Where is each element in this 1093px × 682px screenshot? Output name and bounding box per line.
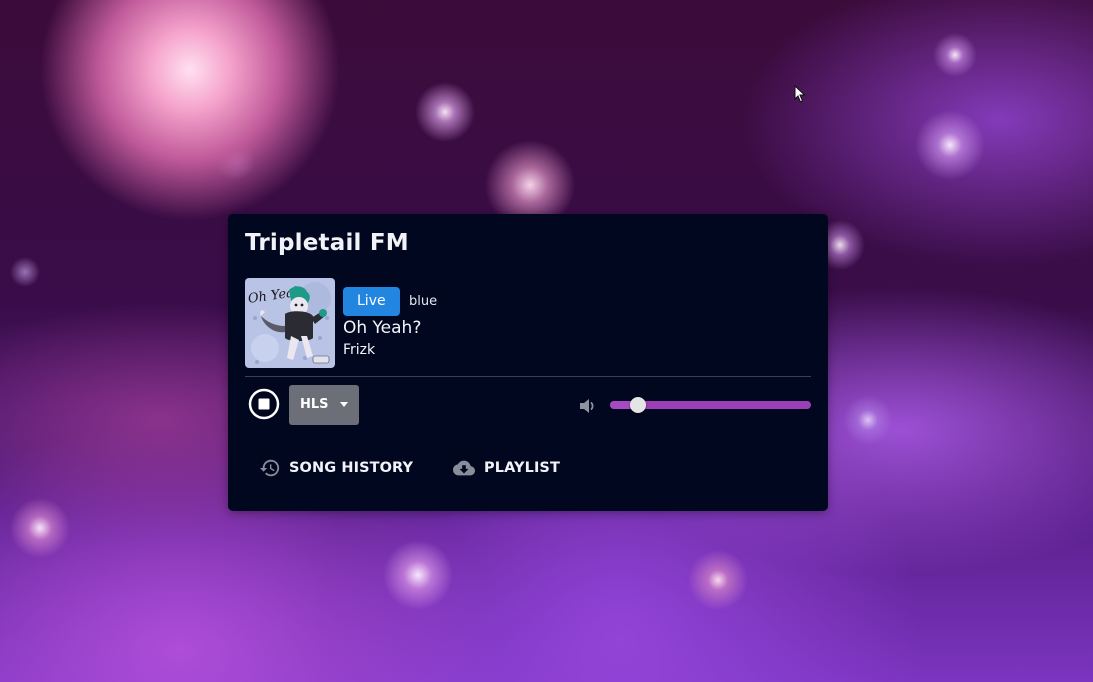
stop-circle-icon [248, 388, 280, 420]
album-art: Oh Yeah [245, 278, 335, 368]
streamer-name: blue [409, 294, 438, 309]
divider [245, 376, 811, 377]
mouse-cursor-icon [794, 85, 806, 103]
song-history-button[interactable]: SONG HISTORY [259, 454, 413, 482]
song-title: Oh Yeah? [343, 318, 422, 338]
live-badge: Live [343, 287, 400, 316]
playlist-label: PLAYLIST [484, 460, 560, 476]
volume-slider[interactable] [610, 397, 811, 413]
speaker-low-icon[interactable] [578, 396, 598, 416]
history-icon [259, 459, 280, 477]
song-artist: Frizk [343, 342, 376, 358]
song-history-label: SONG HISTORY [289, 460, 414, 476]
radio-player-card: Tripletail FM Oh Yeah Live blue Oh Yeah? [228, 214, 828, 511]
station-title: Tripletail FM [245, 230, 409, 256]
stream-format-dropdown[interactable]: HLS [289, 385, 359, 425]
playlist-button[interactable]: PLAYLIST [452, 454, 560, 482]
volume-slider-thumb[interactable] [630, 397, 647, 413]
stop-button[interactable] [248, 388, 280, 420]
cloud-download-icon [453, 460, 475, 476]
stream-format-label: HLS [300, 397, 329, 412]
caret-down-icon [340, 402, 348, 407]
